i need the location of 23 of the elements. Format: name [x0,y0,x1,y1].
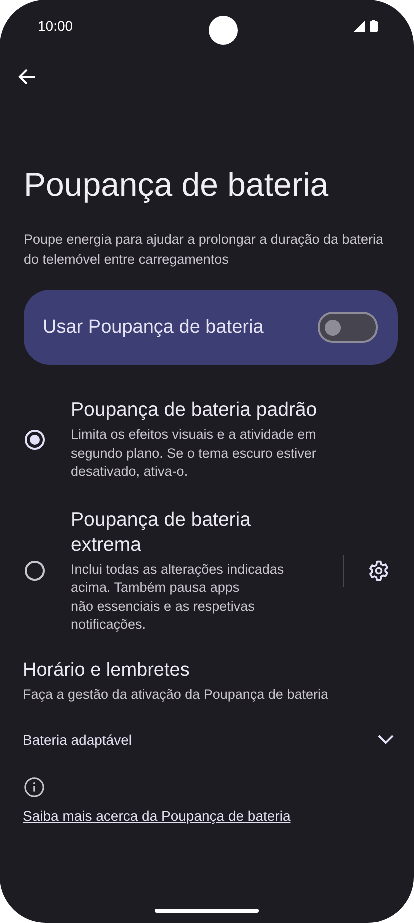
section-subtitle: Faça a gestão da ativação da Poupança de bateria [23,686,330,702]
expandable-label: Bateria adaptável [23,732,132,748]
toggle-label: Usar Poupança de bateria [43,316,264,338]
toggle-switch[interactable] [318,312,378,343]
page-description: Poupe energia para ajudar a prolongar a duração da bateria do telemóvel entre carregamentos [24,231,385,269]
camera-hole [209,16,238,44]
option-title: Poupança de bateria padrão [71,398,318,423]
signal-icon [354,21,365,32]
option-description: Inclui todas as alterações indicadas acima. Também pausa apps não essenciais e as respetivas notificações. [71,560,286,634]
back-arrow-icon[interactable] [18,68,36,86]
toggle-card[interactable]: Usar Poupança de bateria [24,290,398,365]
settings-icon[interactable] [368,560,390,582]
section-title: Horário e lembretes [23,658,191,682]
option-title: Poupança de bateria extrema [71,508,252,558]
status-time: 10:00 [38,18,74,34]
radio-button[interactable] [25,561,45,581]
battery-icon [370,20,378,32]
page-title: Poupança de bateria [24,166,330,204]
expand-chevron-icon[interactable] [378,734,394,744]
radio-button[interactable] [25,430,45,450]
info-icon [24,776,45,798]
learn-more-link[interactable]: Saiba mais acerca da Poupança de bateria [23,808,291,824]
option-description: Limita os efeitos visuais e a atividade em segundo plano. Se o tema escuro estiver desativado, ativa-o. [71,426,318,481]
